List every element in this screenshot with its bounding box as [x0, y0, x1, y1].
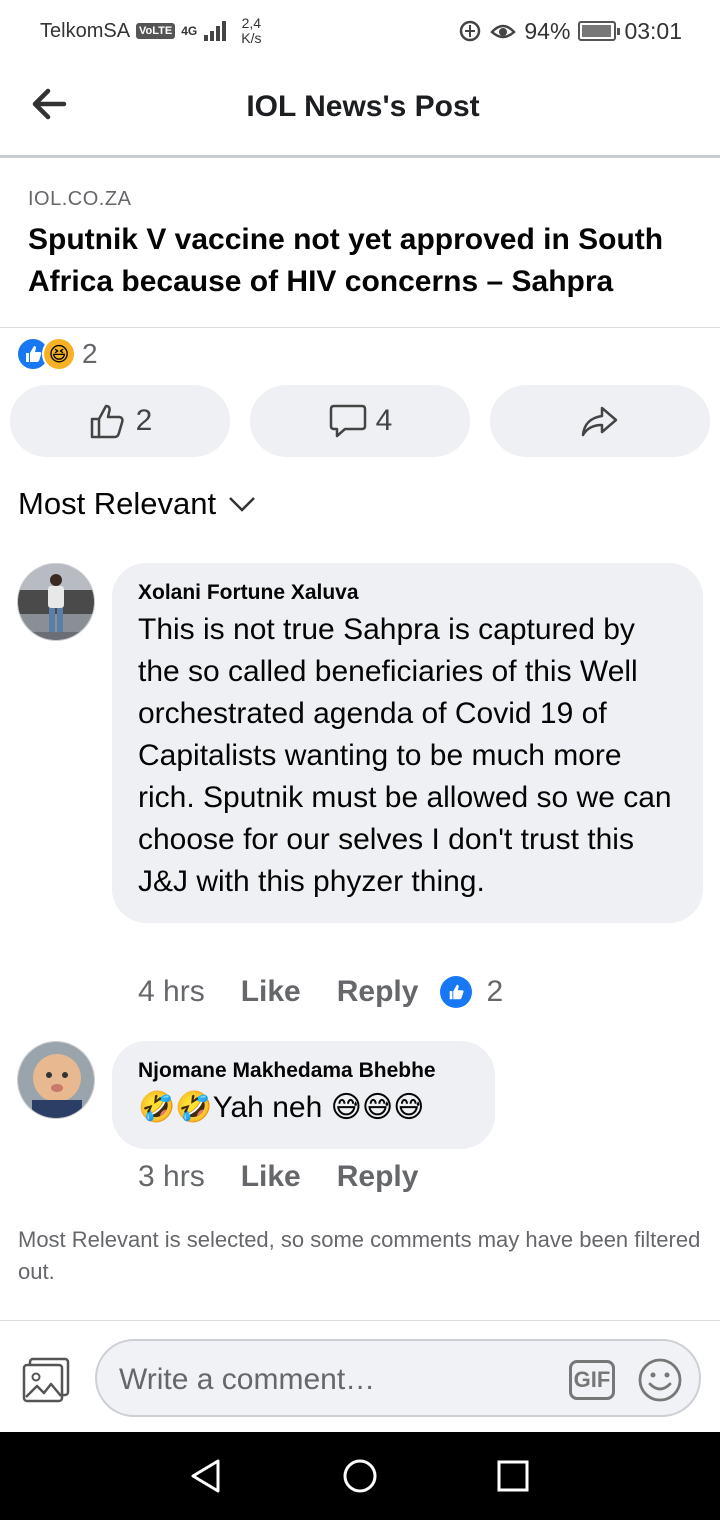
- comment-time[interactable]: 3 hrs: [138, 1160, 205, 1194]
- status-right: 94% 03:01: [458, 18, 682, 45]
- link-preview[interactable]: IOL.CO.ZA Sputnik V vaccine not yet appr…: [0, 160, 720, 328]
- filtered-notice: Most Relevant is selected, so some comme…: [18, 1227, 701, 1284]
- battery-icon: [578, 21, 621, 41]
- reactions-summary[interactable]: 😆 2: [16, 336, 98, 372]
- status-left: TelkomSA VoLTE 4G 2,4 K/s: [40, 16, 261, 46]
- comment-bubble[interactable]: Njomane Makhedama Bhebhe 🤣🤣Yah neh 😅😅😅: [112, 1041, 495, 1149]
- clock: 03:01: [624, 17, 682, 44]
- comment-time[interactable]: 4 hrs: [138, 975, 205, 1009]
- status-bar: TelkomSA VoLTE 4G 2,4 K/s 94% 03:01: [0, 0, 720, 62]
- haha-icon: 😆: [42, 337, 76, 371]
- comment-bubble[interactable]: Xolani Fortune Xaluva This is not true S…: [112, 563, 703, 923]
- comment-like-button[interactable]: Like: [241, 975, 301, 1009]
- share-icon: [581, 406, 618, 437]
- photo-icon[interactable]: [22, 1357, 70, 1403]
- carrier-name: TelkomSA: [40, 19, 131, 42]
- avatar[interactable]: [17, 563, 95, 641]
- like-button[interactable]: 2: [10, 385, 230, 457]
- speed-unit: K/s: [241, 30, 262, 46]
- eye-comfort-icon: [490, 24, 517, 39]
- sort-label: Most Relevant: [18, 486, 217, 521]
- comment-text: This is not true Sahpra is captured by t…: [138, 613, 672, 898]
- comment-button[interactable]: 4: [250, 385, 470, 457]
- like-icon[interactable]: [440, 976, 473, 1008]
- data-saver-icon: [460, 20, 481, 42]
- thumbs-up-icon: [90, 404, 124, 439]
- comment-reaction-count[interactable]: 2: [486, 975, 503, 1009]
- link-title[interactable]: Sputnik V vaccine not yet approved in So…: [28, 219, 692, 303]
- share-button[interactable]: [490, 385, 710, 457]
- avatar[interactable]: [17, 1041, 95, 1119]
- recents-nav-icon[interactable]: [495, 1458, 531, 1494]
- post-actions: 2 4: [10, 385, 710, 457]
- speed-value: 2,4: [241, 15, 262, 31]
- comment-text: 🤣🤣Yah neh 😅😅😅: [138, 1091, 425, 1124]
- back-nav-icon[interactable]: [188, 1458, 224, 1494]
- comment-placeholder: Write a comment…: [119, 1363, 376, 1396]
- chevron-down-icon: [229, 497, 256, 512]
- home-nav-icon[interactable]: [342, 1458, 378, 1494]
- comment-like-button[interactable]: Like: [241, 1160, 301, 1194]
- link-domain: IOL.CO.ZA: [28, 188, 132, 210]
- battery-percent: 94%: [524, 17, 571, 44]
- gif-button[interactable]: GIF: [569, 1360, 615, 1400]
- comment-author[interactable]: Xolani Fortune Xaluva: [138, 581, 677, 605]
- comment-input[interactable]: Write a comment… GIF: [95, 1339, 701, 1417]
- comment-meta: 3 hrs Like Reply: [138, 1160, 418, 1194]
- comment-sort-dropdown[interactable]: Most Relevant: [18, 486, 256, 522]
- battery-fill: [582, 25, 611, 37]
- system-nav-bar: [0, 1432, 720, 1520]
- volte-badge: VoLTE: [136, 23, 176, 39]
- signal-icon: [204, 21, 227, 41]
- comment-composer: Write a comment… GIF: [0, 1320, 720, 1432]
- comment-author[interactable]: Njomane Makhedama Bhebhe: [138, 1059, 469, 1083]
- network-type: 4G: [181, 23, 198, 38]
- comment-count: 4: [375, 404, 393, 437]
- network-speed: 2,4 K/s: [241, 16, 261, 46]
- page-title: IOL News's Post: [246, 90, 480, 123]
- comment-meta: 4 hrs Like Reply 2: [138, 975, 503, 1009]
- comment-reply-button[interactable]: Reply: [337, 1160, 419, 1194]
- emoji-icon[interactable]: [637, 1357, 683, 1403]
- reaction-count: 2: [82, 338, 98, 369]
- comment-reply-button[interactable]: Reply: [337, 975, 419, 1009]
- app-header: IOL News's Post: [0, 62, 720, 158]
- comment-icon: [329, 404, 366, 438]
- like-count: 2: [135, 404, 153, 437]
